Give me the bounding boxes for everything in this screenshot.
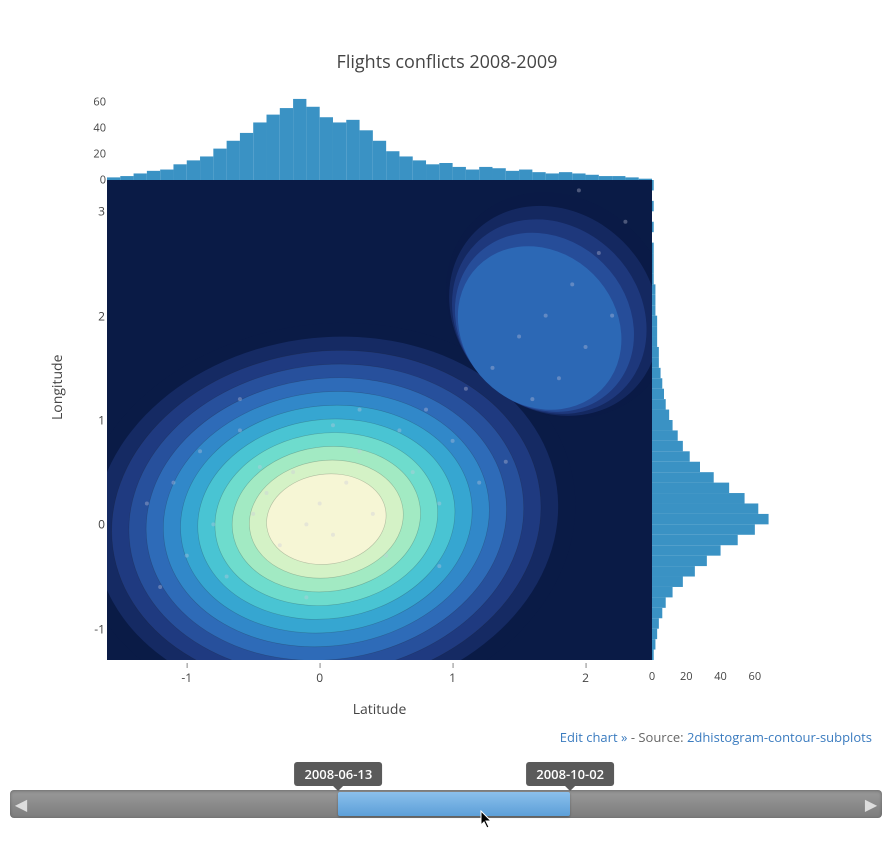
chevron-left-icon: ◀ (15, 793, 27, 815)
x-axis-label: Latitude (107, 700, 652, 719)
top-hist-y-axis: 0204060 (78, 95, 106, 180)
edit-chart-link[interactable]: Edit chart » (560, 728, 628, 746)
chart-title: Flights conflicts 2008-2009 (12, 0, 882, 74)
date-range-slider[interactable]: ◀ ▶ 2008-06-13 2008-10-02 (10, 790, 882, 830)
source-link[interactable]: 2dhistogram-contour-subplots (687, 728, 872, 746)
slider-track[interactable]: ◀ ▶ 2008-06-13 2008-10-02 (10, 790, 882, 818)
source-prefix: - Source: (627, 728, 687, 746)
x-axis: -1012 (107, 663, 652, 683)
right-histogram (652, 180, 772, 660)
slider-start-label: 2008-06-13 (294, 762, 382, 786)
y-axis-label: Longitude (48, 355, 67, 420)
y-axis: -10123 (75, 180, 105, 660)
density-contour-plot[interactable] (107, 180, 652, 660)
chart-footer: Edit chart » - Source: 2dhistogram-conto… (12, 728, 882, 746)
slider-end-label: 2008-10-02 (526, 762, 614, 786)
chart-container: Flights conflicts 2008-2009 0204060 -101… (12, 0, 882, 750)
right-hist-x-axis: 0204060 (652, 663, 772, 683)
slider-prev-button[interactable]: ◀ (10, 790, 32, 818)
chevron-right-icon: ▶ (865, 793, 877, 815)
slider-next-button[interactable]: ▶ (860, 790, 882, 818)
top-histogram (107, 95, 652, 180)
slider-range-handle[interactable] (338, 792, 570, 816)
